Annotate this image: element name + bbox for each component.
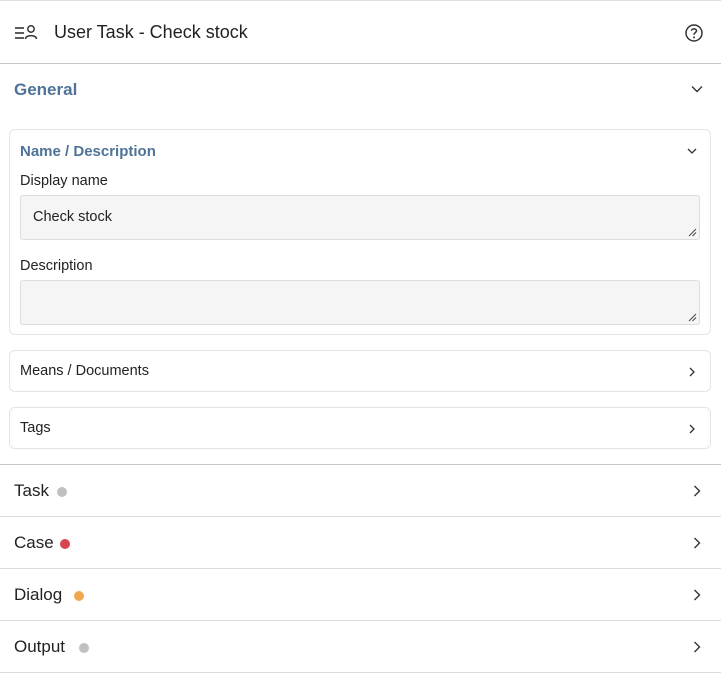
general-section: General Name / Description Display name …	[0, 64, 721, 465]
status-dot	[57, 487, 67, 497]
description-field[interactable]	[20, 280, 700, 325]
chevron-right-icon	[689, 367, 695, 377]
dialog-section-row[interactable]: Dialog	[0, 569, 721, 621]
chevron-right-icon	[694, 589, 701, 601]
name-description-title[interactable]: Name / Description	[20, 143, 156, 160]
element-title: User Task - Check stock	[54, 22, 248, 42]
status-dot	[79, 643, 89, 653]
chevron-right-icon	[694, 537, 701, 549]
description-label: Description	[20, 258, 93, 274]
case-section-label: Case	[14, 533, 54, 552]
inspector-header: User Task - Check stock	[0, 0, 721, 64]
output-section-row[interactable]: Output	[0, 621, 721, 673]
display-name-label: Display name	[20, 173, 108, 189]
chevron-down-icon[interactable]	[690, 82, 704, 96]
tags-panel[interactable]: Tags	[9, 407, 711, 449]
resize-handle-icon[interactable]	[688, 313, 697, 322]
case-section-row[interactable]: Case	[0, 517, 721, 569]
general-section-title[interactable]: General	[14, 80, 77, 100]
chevron-right-icon	[694, 641, 701, 653]
chevron-right-icon	[689, 424, 695, 434]
chevron-down-icon[interactable]	[686, 145, 698, 157]
means-documents-label: Means / Documents	[20, 363, 149, 379]
display-name-field[interactable]: Check stock	[20, 195, 700, 240]
status-dot	[74, 591, 84, 601]
task-section-label: Task	[14, 481, 49, 500]
tags-label: Tags	[20, 420, 51, 436]
dialog-section-label: Dialog	[14, 585, 63, 604]
task-section-row[interactable]: Task	[0, 465, 721, 517]
status-dot	[60, 539, 70, 549]
user-task-icon	[15, 25, 38, 40]
output-section-label: Output	[14, 637, 66, 656]
means-documents-panel[interactable]: Means / Documents	[9, 350, 711, 392]
name-description-panel: Name / Description Display name Check st…	[9, 129, 711, 335]
display-name-value: Check stock	[33, 209, 112, 225]
chevron-right-icon	[694, 485, 701, 497]
resize-handle-icon[interactable]	[688, 228, 697, 237]
help-circle-icon[interactable]	[684, 23, 704, 43]
